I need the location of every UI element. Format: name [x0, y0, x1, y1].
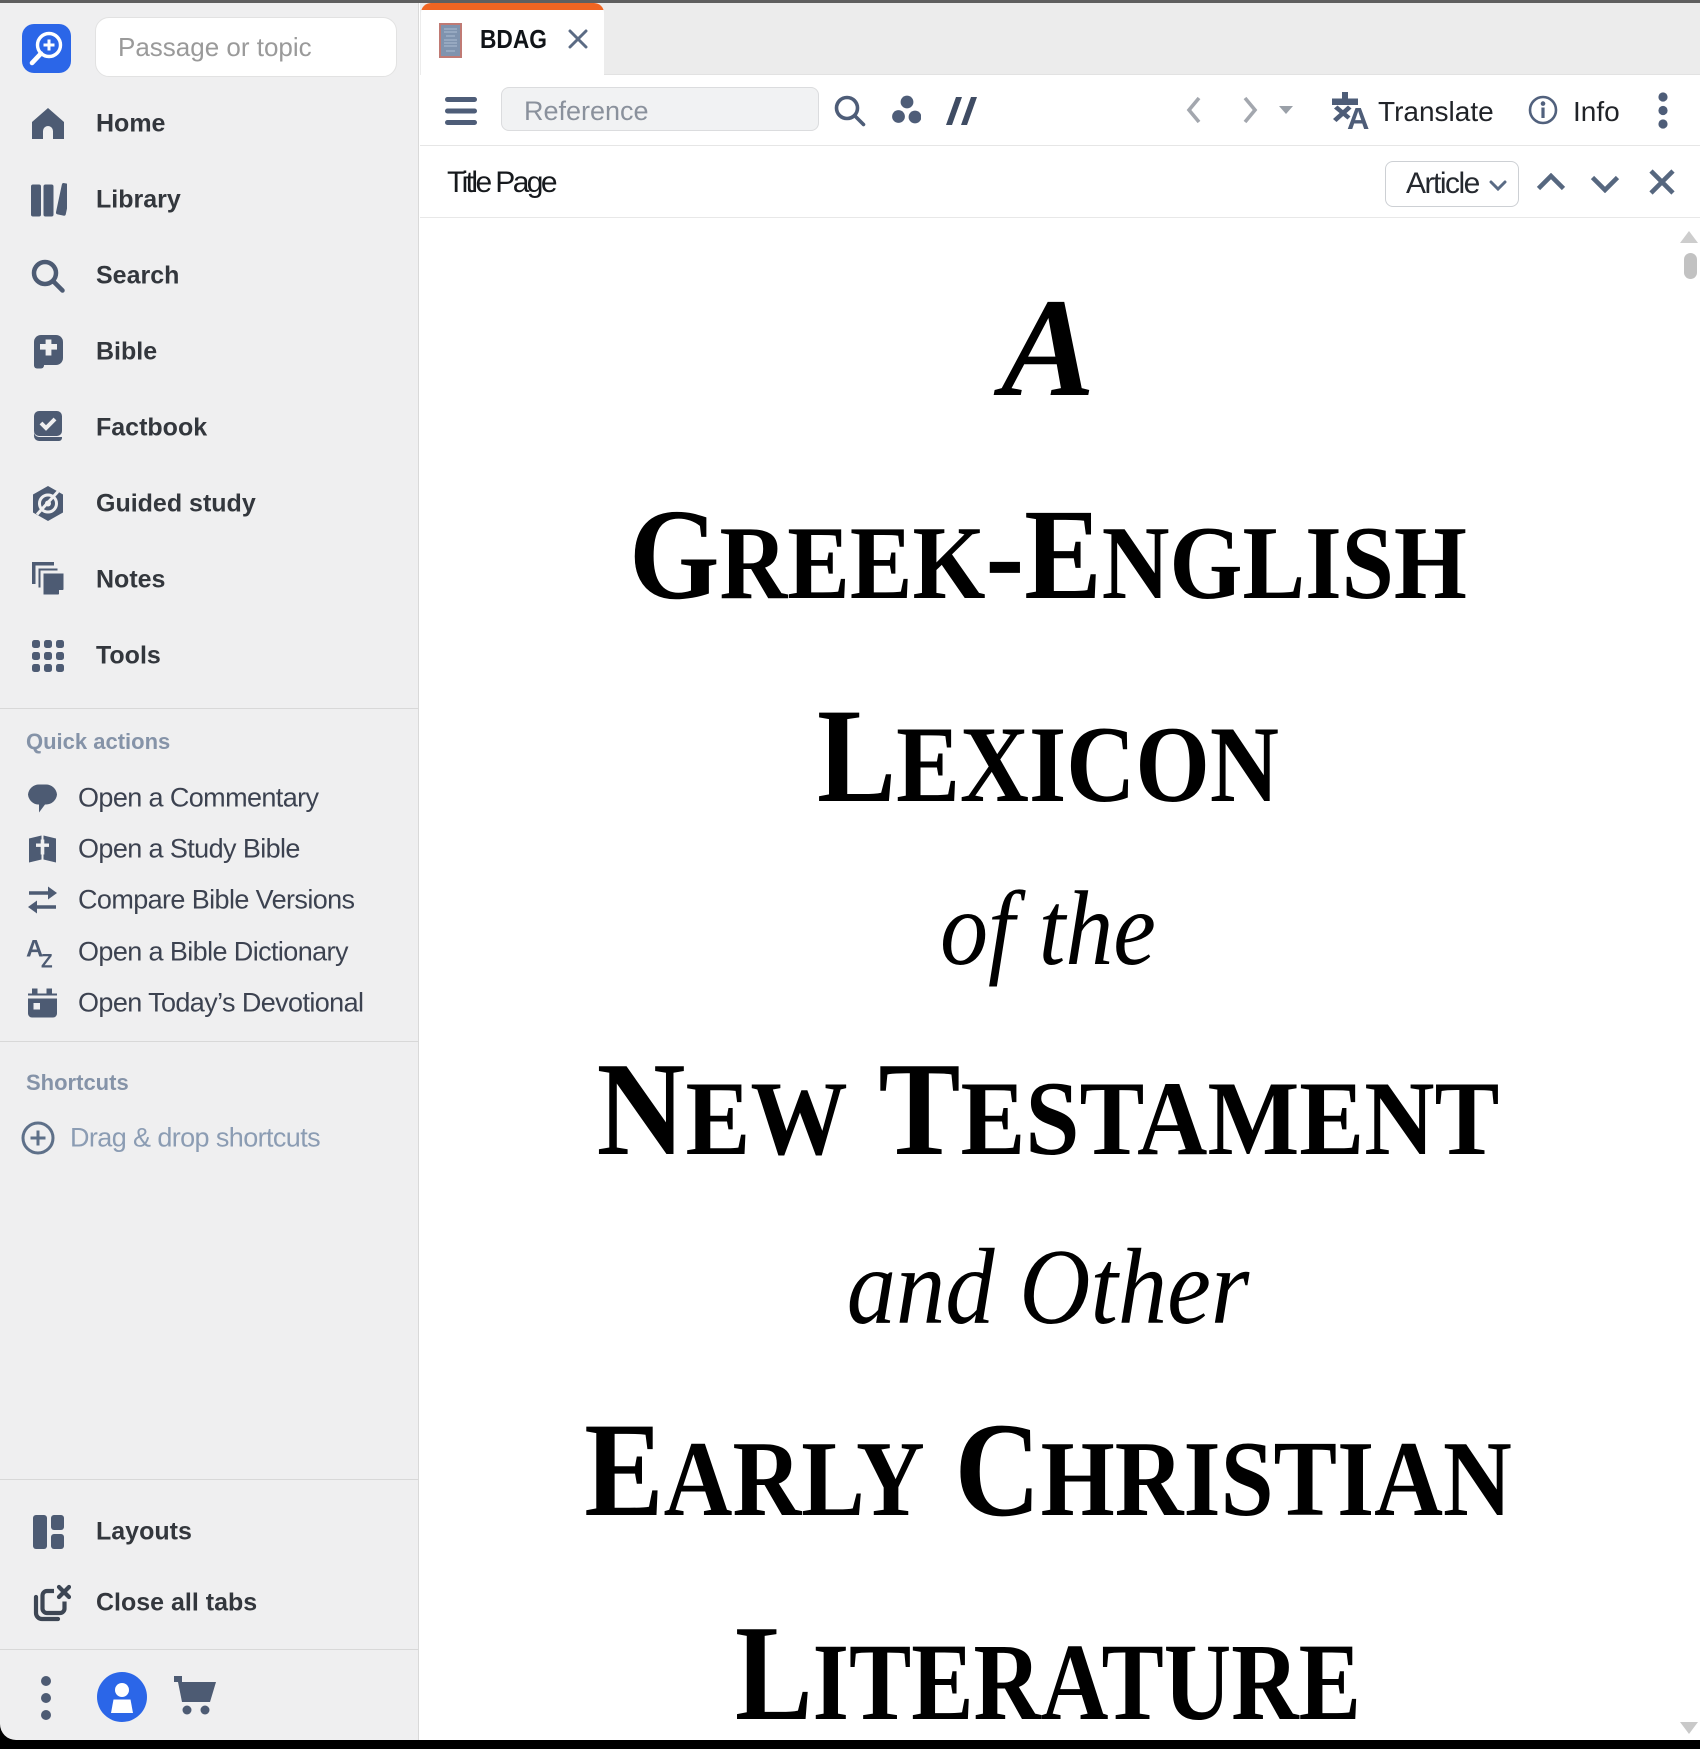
- svg-text:Z: Z: [41, 951, 53, 968]
- svg-text:A: A: [1347, 101, 1369, 130]
